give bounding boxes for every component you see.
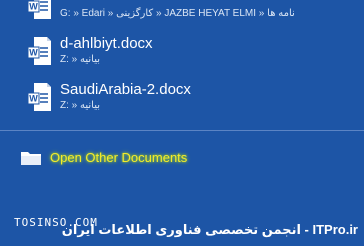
svg-text:W: W [29, 2, 38, 12]
recent-document-item[interactable]: W SaudiArabia-2.docx Z: » بیانیه [22, 78, 352, 120]
word-document-icon: W [28, 37, 51, 65]
svg-text:W: W [29, 94, 38, 104]
word-document-icon: W [28, 0, 51, 19]
open-other-documents-label: Open Other Documents [50, 150, 188, 165]
recent-document-path: G: » Edari » کارگزینی » JAZBE HEYAT ELMI… [60, 8, 295, 19]
watermark-right: ITPro.ir - انجمن تخصصی فناوری اطلاعات ای… [61, 222, 358, 237]
recent-document-name: d-ahlbiyt.docx [60, 35, 153, 52]
section-divider [0, 130, 364, 131]
open-other-documents-button[interactable]: Open Other Documents [18, 147, 228, 169]
recent-document-name: SaudiArabia-2.docx [60, 81, 191, 98]
word-document-icon: W [28, 83, 51, 111]
svg-text:W: W [29, 48, 38, 58]
recent-document-path: Z: » بیانیه [60, 54, 101, 65]
backstage-recent-panel: W G: » Edari » کارگزینی » JAZBE HEYAT EL… [0, 0, 364, 246]
recent-document-item[interactable]: W G: » Edari » کارگزینی » JAZBE HEYAT EL… [22, 0, 352, 28]
recent-document-item[interactable]: W d-ahlbiyt.docx Z: » بیانیه [22, 32, 352, 74]
recent-document-path: Z: » بیانیه [60, 100, 101, 111]
folder-icon [21, 152, 41, 165]
